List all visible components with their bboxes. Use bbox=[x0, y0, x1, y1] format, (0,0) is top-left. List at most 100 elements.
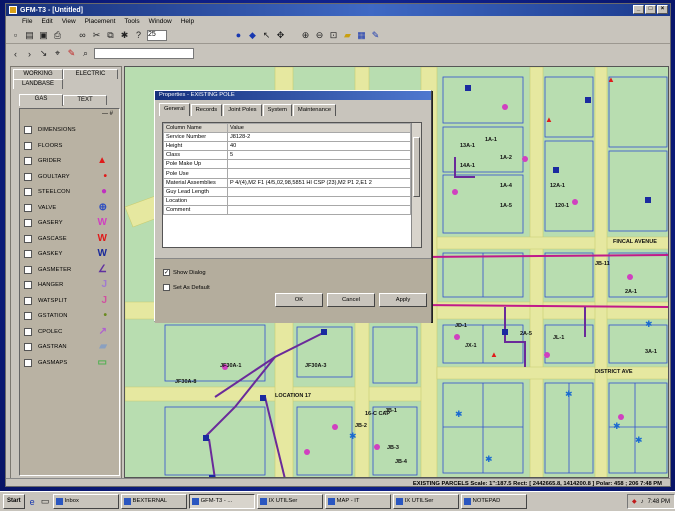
maximize-button[interactable]: □ bbox=[645, 5, 656, 14]
grid-row[interactable]: Height 40 bbox=[163, 141, 411, 152]
layer-checkbox[interactable] bbox=[24, 358, 32, 367]
select-icon[interactable]: ↖ bbox=[261, 30, 272, 41]
checkbox-icon[interactable] bbox=[163, 284, 170, 291]
layer-item[interactable]: GASMETER ∠ bbox=[24, 263, 119, 277]
command-input[interactable] bbox=[94, 48, 194, 59]
globe-icon[interactable]: ● bbox=[233, 30, 244, 41]
layer-checkbox[interactable] bbox=[24, 126, 32, 134]
layer-item[interactable]: GASCASE W bbox=[24, 232, 119, 246]
copy-icon[interactable]: ⧉ bbox=[105, 30, 116, 41]
cancel-button[interactable]: Cancel bbox=[327, 293, 375, 307]
scroll-thumb[interactable] bbox=[413, 137, 420, 197]
layer-item[interactable]: FLOORS bbox=[24, 139, 119, 153]
grid-row[interactable]: Pole Make Up bbox=[163, 159, 411, 170]
scissors-icon[interactable]: ✂ bbox=[91, 30, 102, 41]
taskbar-item[interactable]: IX UTILSer bbox=[256, 494, 323, 509]
layer-checkbox[interactable] bbox=[24, 188, 32, 196]
grid-row[interactable]: Class 5 bbox=[163, 150, 411, 161]
layer-checkbox[interactable] bbox=[24, 327, 32, 336]
taskbar-item[interactable]: Inbox bbox=[52, 494, 119, 509]
taskbar-item[interactable]: GFM-T3 - ... bbox=[188, 494, 255, 509]
layer-item[interactable]: GSTATION • bbox=[24, 309, 119, 323]
grid-row[interactable]: Service Number J8128-2 bbox=[163, 132, 411, 143]
menu-placement[interactable]: Placement bbox=[85, 18, 116, 25]
tab-electric[interactable]: ELECTRIC bbox=[63, 69, 118, 79]
taskbar-item[interactable]: MAP - IT bbox=[324, 494, 391, 509]
tab-maintenance[interactable]: Maintenance bbox=[292, 104, 337, 116]
layer-item[interactable]: GASERY W bbox=[24, 216, 119, 230]
property-value[interactable] bbox=[227, 186, 411, 197]
grid-row[interactable]: Guy Lead Length bbox=[163, 186, 411, 197]
menu-help[interactable]: Help bbox=[181, 18, 194, 25]
layer-checkbox[interactable] bbox=[24, 312, 32, 320]
apply-button[interactable]: Apply bbox=[379, 293, 427, 307]
print-icon[interactable]: ⎙ bbox=[52, 30, 63, 41]
layer-item[interactable]: GASMAPS ▭ bbox=[24, 356, 119, 370]
snap-icon[interactable]: ⌖ bbox=[52, 48, 63, 59]
show-dialog-checkbox[interactable]: ✓ Show Dialog bbox=[163, 269, 206, 276]
set-default-checkbox[interactable]: Set As Default bbox=[163, 284, 210, 291]
layer-item[interactable]: STEELCON ● bbox=[24, 185, 119, 199]
taskbar-item[interactable]: IX UTILSer bbox=[392, 494, 459, 509]
tab-general[interactable]: General bbox=[159, 103, 190, 116]
tab-text[interactable]: TEXT bbox=[63, 95, 107, 105]
layer-checkbox[interactable] bbox=[24, 265, 32, 274]
new-file-icon[interactable]: ▫ bbox=[10, 30, 21, 41]
close-button[interactable]: × bbox=[657, 5, 668, 14]
quicklaunch-desktop-icon[interactable]: ▭ bbox=[40, 496, 51, 507]
tab-landbase[interactable]: LANDBASE bbox=[13, 79, 63, 89]
layer-item[interactable]: GOULTARY • bbox=[24, 170, 119, 184]
layer-checkbox[interactable] bbox=[24, 296, 32, 305]
property-value[interactable]: 40 bbox=[227, 141, 411, 152]
layer-item[interactable]: WATSPLIT J bbox=[24, 294, 119, 308]
property-value[interactable] bbox=[227, 195, 411, 206]
menu-view[interactable]: View bbox=[62, 18, 76, 25]
zoom-in-icon[interactable]: ⊕ bbox=[300, 30, 311, 41]
layer-item[interactable]: GASKEY W bbox=[24, 247, 119, 261]
ok-button[interactable]: OK bbox=[275, 293, 323, 307]
layer-checkbox[interactable] bbox=[24, 141, 32, 150]
save-icon[interactable]: ▣ bbox=[38, 30, 49, 41]
folder-icon[interactable]: ▰ bbox=[342, 30, 353, 41]
arrow-left-icon[interactable]: ‹ bbox=[10, 48, 21, 59]
taskbar-item[interactable]: BEXTERNAL bbox=[120, 494, 187, 509]
quicklaunch-ie-icon[interactable]: e bbox=[27, 496, 38, 507]
gear-icon[interactable]: ✱ bbox=[119, 30, 130, 41]
layer-item[interactable]: GASTRAN ▰ bbox=[24, 340, 119, 354]
layer-checkbox[interactable] bbox=[24, 250, 32, 258]
property-value[interactable] bbox=[227, 168, 411, 179]
layer-checkbox[interactable] bbox=[24, 281, 32, 289]
tray-volume-icon[interactable]: ♪ bbox=[641, 499, 644, 505]
start-button[interactable]: Start bbox=[3, 494, 25, 509]
layer-item[interactable]: DIMENSIONS bbox=[24, 123, 119, 137]
layer-item[interactable]: HANGER J bbox=[24, 278, 119, 292]
grid-row[interactable]: Comment bbox=[163, 204, 411, 215]
binoculars-icon[interactable]: ∞ bbox=[77, 30, 88, 41]
tab-joint-poles[interactable]: Joint Poles bbox=[223, 104, 262, 116]
arrow-right-icon[interactable]: › bbox=[24, 48, 35, 59]
tab-records[interactable]: Records bbox=[190, 104, 223, 116]
tab-system[interactable]: System bbox=[262, 104, 292, 116]
pin-icon[interactable]: — # bbox=[102, 111, 113, 117]
property-value[interactable] bbox=[227, 204, 411, 215]
property-value[interactable]: J8128-2 bbox=[227, 132, 411, 143]
tab-working[interactable]: WORKING bbox=[13, 69, 63, 79]
property-value[interactable]: 5 bbox=[227, 150, 411, 161]
grid-row[interactable]: Location bbox=[163, 195, 411, 206]
checkbox-checked-icon[interactable]: ✓ bbox=[163, 269, 170, 276]
measure-icon[interactable]: ↘ bbox=[38, 48, 49, 59]
layer-checkbox[interactable] bbox=[24, 203, 32, 212]
menu-tools[interactable]: Tools bbox=[124, 18, 139, 25]
zoom-input[interactable]: 25 bbox=[147, 29, 167, 41]
layer-item[interactable]: CPOLEC ↗ bbox=[24, 325, 119, 339]
menu-edit[interactable]: Edit bbox=[41, 18, 52, 25]
tab-gas[interactable]: GAS bbox=[19, 94, 63, 106]
query-icon[interactable]: ⌕ bbox=[80, 48, 91, 59]
menu-file[interactable]: File bbox=[22, 18, 32, 25]
help-icon[interactable]: ? bbox=[133, 30, 144, 41]
layer-checkbox[interactable] bbox=[24, 343, 32, 351]
layer-checkbox[interactable] bbox=[24, 172, 32, 181]
property-value[interactable]: P 4/(4),M2 F1 (4/5,02,98,5851 HI CSP (23… bbox=[227, 177, 411, 188]
grid-scrollbar[interactable] bbox=[411, 123, 421, 247]
layer-checkbox[interactable] bbox=[24, 234, 32, 243]
